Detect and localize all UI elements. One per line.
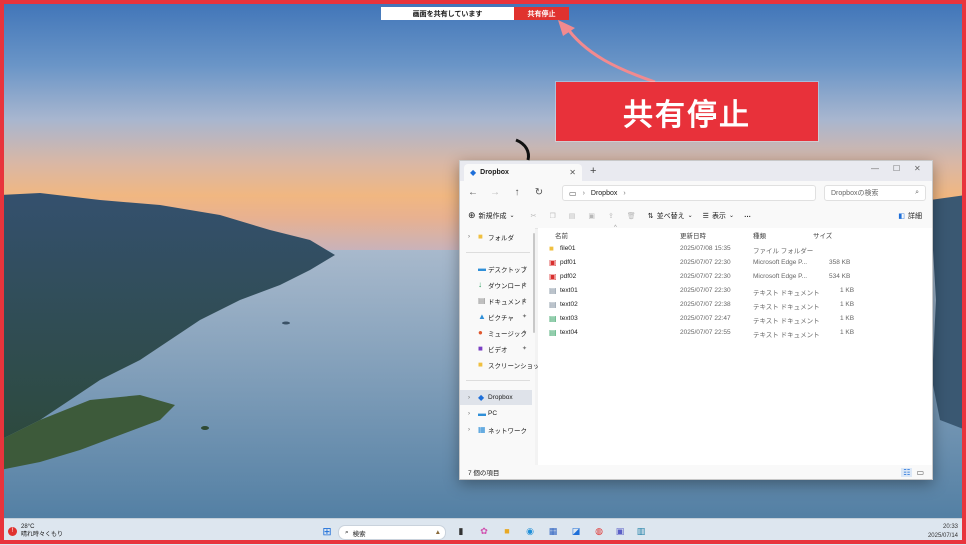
stop-sharing-callout: 共有停止 (556, 82, 818, 141)
screen-sharing-bar: 画面を共有しています 共有停止 (381, 7, 569, 20)
annotation-arrows (515, 20, 656, 161)
sharing-status-text: 画面を共有しています (381, 7, 514, 20)
stop-sharing-button[interactable]: 共有停止 (514, 7, 569, 20)
